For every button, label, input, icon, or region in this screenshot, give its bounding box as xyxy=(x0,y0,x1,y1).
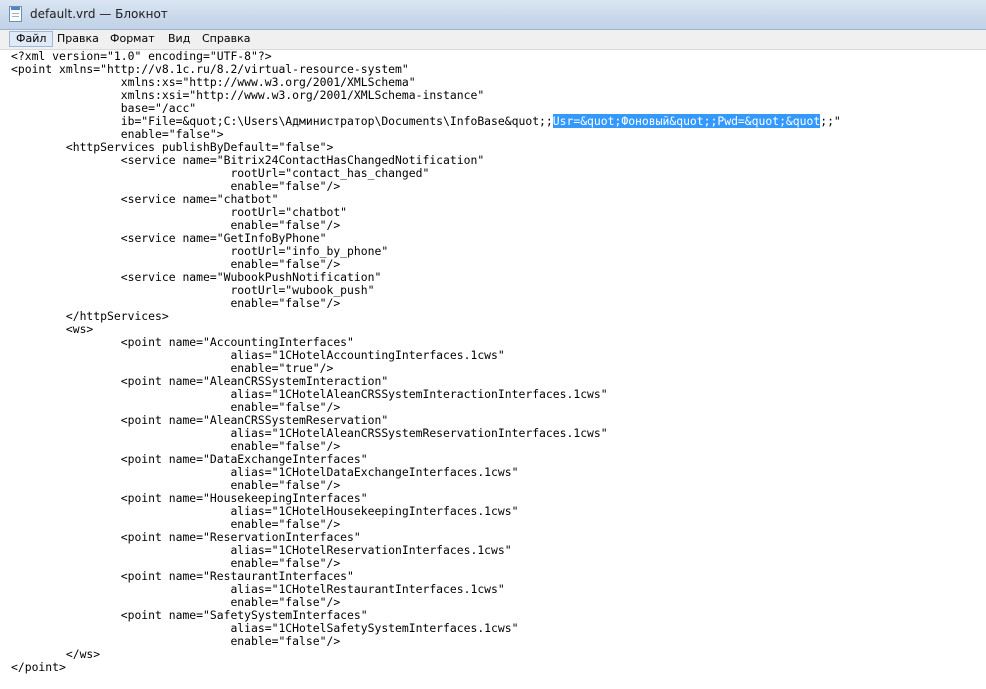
menu-view[interactable]: Вид xyxy=(162,31,196,47)
text-editor[interactable]: <?xml version="1.0" encoding="UTF-8"?> <p… xyxy=(0,50,986,689)
line-text: alias="1CHotelDataExchangeInterfaces.1cw… xyxy=(11,465,519,479)
line-text: enable="false"/> xyxy=(11,257,341,271)
line-text: enable="false"/> xyxy=(11,634,341,648)
line-text: enable="false"/> xyxy=(11,400,341,414)
text-line: </point> xyxy=(11,661,986,674)
line-text: <point name="SafetySystemInterfaces" xyxy=(11,608,368,622)
line-text: <point name="DataExchangeInterfaces" xyxy=(11,452,368,466)
document-text[interactable]: <?xml version="1.0" encoding="UTF-8"?> <p… xyxy=(0,50,986,674)
notepad-icon xyxy=(9,6,22,22)
line-text: rootUrl="info_by_phone" xyxy=(11,244,389,258)
line-text: enable="false"/> xyxy=(11,517,341,531)
line-text: enable="false"/> xyxy=(11,478,341,492)
menu-help[interactable]: Справка xyxy=(196,31,256,47)
line-text: <service name="chatbot" xyxy=(11,192,279,206)
line-text: rootUrl="chatbot" xyxy=(11,205,348,219)
line-text: <point name="RestaurantInterfaces" xyxy=(11,569,354,583)
notepad-window: default.vrd — Блокнот Файл Правка Формат… xyxy=(0,0,986,689)
line-text: <point name="AleanCRSSystemInteraction" xyxy=(11,374,389,388)
line-text: enable="false"/> xyxy=(11,439,341,453)
line-text: <service name="GetInfoByPhone" xyxy=(11,231,327,245)
line-text: enable="false"/> xyxy=(11,595,341,609)
line-text: enable="false"/> xyxy=(11,296,341,310)
line-text: </httpServices> xyxy=(11,309,169,323)
line-text: ib="File=&quot;C:\Users\Администратор\Do… xyxy=(11,114,553,128)
line-text: enable="true"/> xyxy=(11,361,334,375)
line-text: alias="1CHotelRestaurantInterfaces.1cws" xyxy=(11,582,505,596)
line-text: xmlns:xs="http://www.w3.org/2001/XMLSche… xyxy=(11,75,416,89)
line-text: <httpServices publishByDefault="false"> xyxy=(11,140,334,154)
text-line: enable="false"/> xyxy=(11,635,986,648)
line-text: </point> xyxy=(11,660,66,674)
line-text: enable="false"/> xyxy=(11,556,341,570)
line-text: enable="false"> xyxy=(11,127,224,141)
line-text: <point name="ReservationInterfaces" xyxy=(11,530,361,544)
line-text-tail: ;;" xyxy=(820,114,841,128)
line-text: <point name="AccountingInterfaces" xyxy=(11,335,354,349)
menu-bar: Файл Правка Формат Вид Справка xyxy=(0,30,986,50)
line-text: xmlns:xsi="http://www.w3.org/2001/XMLSch… xyxy=(11,88,485,102)
line-text: <point xmlns="http://v8.1c.ru/8.2/virtua… xyxy=(11,62,409,76)
line-text: <ws> xyxy=(11,322,94,336)
line-text: alias="1CHotelReservationInterfaces.1cws… xyxy=(11,543,512,557)
line-text: <service name="WubookPushNotification" xyxy=(11,270,382,284)
window-title: default.vrd — Блокнот xyxy=(30,7,168,21)
text-line: </ws> xyxy=(11,648,986,661)
line-text: <service name="Bitrix24ContactHasChanged… xyxy=(11,153,485,167)
line-text: alias="1CHotelAccountingInterfaces.1cws" xyxy=(11,348,505,362)
line-text: enable="false"/> xyxy=(11,179,341,193)
line-text: rootUrl="contact_has_changed" xyxy=(11,166,430,180)
line-text: alias="1CHotelSafetySystemInterfaces.1cw… xyxy=(11,621,519,635)
menu-file[interactable]: Файл xyxy=(9,31,54,47)
line-text: alias="1CHotelHousekeepingInterfaces.1cw… xyxy=(11,504,519,518)
line-text: <point name="AleanCRSSystemReservation" xyxy=(11,413,389,427)
line-text: enable="false"/> xyxy=(11,218,341,232)
selected-text[interactable]: Usr=&quot;Фоновый&quot;;Pwd=&quot;&quot xyxy=(552,114,821,128)
line-text: base="/acc" xyxy=(11,101,197,115)
line-text: <point name="HousekeepingInterfaces" xyxy=(11,491,368,505)
text-line: </httpServices> xyxy=(11,310,986,323)
menu-edit[interactable]: Правка xyxy=(51,31,105,47)
title-bar[interactable]: default.vrd — Блокнот xyxy=(0,0,986,30)
line-text: alias="1CHotelAleanCRSSystemInteractionI… xyxy=(11,387,608,401)
line-text: alias="1CHotelAleanCRSSystemReservationI… xyxy=(11,426,608,440)
line-text: rootUrl="wubook_push" xyxy=(11,283,375,297)
menu-format[interactable]: Формат xyxy=(104,31,161,47)
line-text: </ws> xyxy=(11,647,101,661)
